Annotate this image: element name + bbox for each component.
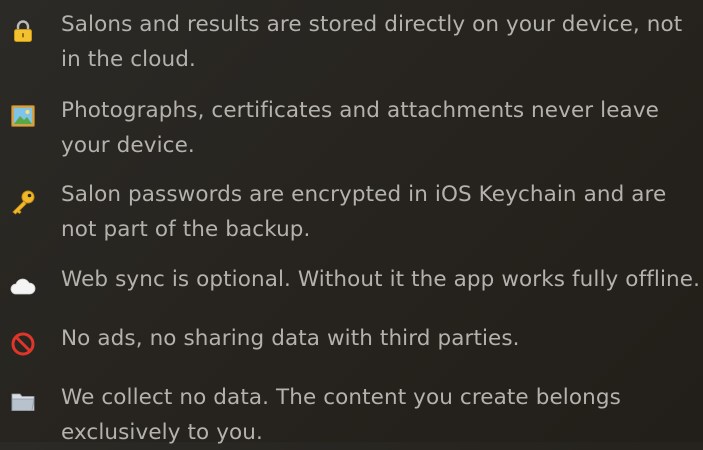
folder-icon (10, 388, 36, 414)
privacy-item-line: Photographs, certificates and attachment… (61, 98, 659, 123)
privacy-item-line: We collect no data. The content you crea… (61, 385, 621, 410)
privacy-list: Salons and results are stored directly o… (0, 0, 703, 445)
privacy-item-line: Salons and results are stored directly o… (61, 12, 683, 37)
privacy-item-line: Salon passwords are encrypted in iOS Key… (61, 182, 667, 207)
privacy-item-line: Web sync is optional. Without it the app… (61, 267, 701, 292)
key-icon (10, 189, 36, 215)
privacy-item-line: your device. (61, 133, 195, 158)
cloud-icon (10, 273, 36, 299)
prohibited-icon (10, 331, 36, 357)
framed-picture-icon (10, 103, 36, 129)
privacy-item-line: No ads, no sharing data with third parti… (61, 326, 520, 351)
privacy-item-line: exclusively to you. (61, 420, 263, 445)
privacy-item-text: Salon passwords are encrypted in iOS Key… (61, 177, 701, 247)
privacy-item-text: We collect no data. The content you crea… (61, 380, 701, 450)
lock-icon (10, 18, 36, 44)
privacy-item-text: Salons and results are stored directly o… (61, 7, 701, 77)
privacy-item-text: No ads, no sharing data with third parti… (61, 321, 701, 356)
privacy-item-text: Web sync is optional. Without it the app… (61, 262, 701, 297)
privacy-item-line: not part of the backup. (61, 217, 311, 242)
privacy-item-text: Photographs, certificates and attachment… (61, 93, 701, 163)
privacy-item-line: in the cloud. (61, 47, 196, 72)
